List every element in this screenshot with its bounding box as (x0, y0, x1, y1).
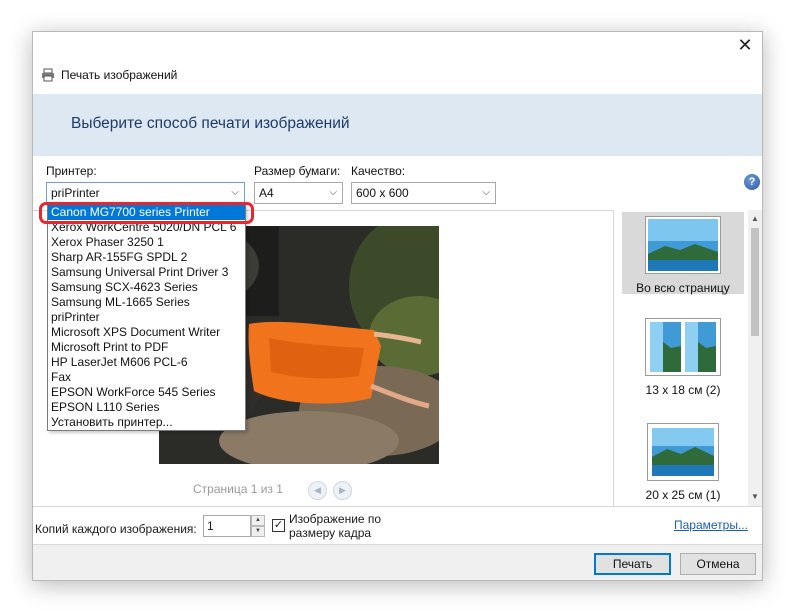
layout-caption: Во всю страницу (636, 281, 730, 295)
page-title: Выберите способ печати изображений (71, 115, 350, 132)
title-bar: Печать изображений (41, 67, 177, 83)
next-page-button[interactable]: ▶ (333, 481, 352, 500)
cancel-button[interactable]: Отмена (680, 553, 756, 575)
layout-thumbnail-full-page (645, 216, 721, 274)
page-counter: Страница 1 из 1 (193, 482, 283, 496)
printer-option[interactable]: Fax (48, 370, 245, 385)
fit-to-frame-label: Изображение по размеру кадра (289, 512, 382, 540)
copies-stepper[interactable]: ▲ ▼ (251, 515, 265, 537)
printer-dropdown-list[interactable]: Canon MG7700 series Printer Xerox WorkCe… (47, 204, 246, 431)
layout-caption: 20 x 25 см (1) (645, 488, 721, 502)
layout-scrollbar[interactable]: ▲ ▼ (748, 210, 762, 506)
chevron-down-icon: ⌵ (482, 187, 490, 198)
printer-option[interactable]: Samsung SCX-4623 Series (48, 280, 245, 295)
printer-option[interactable]: Sharp AR-155FG SPDL 2 (48, 250, 245, 265)
print-button[interactable]: Печать (594, 553, 671, 575)
paper-size-value: A4 (259, 186, 274, 200)
printer-option[interactable]: Microsoft Print to PDF (48, 340, 245, 355)
scroll-down-icon[interactable]: ▼ (748, 490, 762, 504)
layout-caption: 13 x 18 см (2) (645, 383, 721, 397)
printer-option[interactable]: Xerox Phaser 3250 1 (48, 235, 245, 250)
scrollbar-thumb[interactable] (751, 228, 759, 336)
printer-option[interactable]: Samsung ML-1665 Series (48, 295, 245, 310)
print-pictures-dialog: ✕ Печать изображений Выберите способ печ… (32, 31, 763, 581)
header-banner: Выберите способ печати изображений (33, 94, 762, 156)
close-icon[interactable]: ✕ (734, 34, 756, 56)
quality-select[interactable]: 600 x 600 ⌵ (351, 182, 496, 204)
quality-value: 600 x 600 (356, 186, 409, 200)
printer-option[interactable]: EPSON L110 Series (48, 400, 245, 415)
chevron-down-icon: ⌵ (329, 187, 337, 198)
layout-20x25[interactable]: 20 x 25 см (1) (622, 423, 744, 506)
printer-option[interactable]: EPSON WorkForce 545 Series (48, 385, 245, 400)
stepper-up-icon[interactable]: ▲ (251, 515, 265, 526)
stepper-down-icon[interactable]: ▼ (251, 526, 265, 537)
options-link[interactable]: Параметры... (674, 518, 748, 532)
layout-thumbnail-20x25 (647, 423, 719, 481)
help-icon[interactable]: ? (744, 174, 760, 190)
dialog-footer: Печать Отмена (33, 544, 762, 580)
fit-to-frame-checkbox[interactable]: ✓ (272, 519, 285, 532)
paper-size-label: Размер бумаги: (254, 164, 341, 178)
layout-full-page[interactable]: Во всю страницу (622, 212, 744, 295)
printer-option[interactable]: HP LaserJet M606 PCL-6 (48, 355, 245, 370)
printer-option[interactable]: Microsoft XPS Document Writer (48, 325, 245, 340)
annotation-highlight (39, 202, 254, 224)
printer-option[interactable]: priPrinter (48, 310, 245, 325)
arrow-left-icon: ◀ (314, 485, 321, 495)
quality-label: Качество: (351, 164, 406, 178)
paper-size-select[interactable]: A4 ⌵ (254, 182, 343, 204)
layout-list[interactable]: Во всю страницу 13 x 18 см (2) 20 x 25 с… (613, 210, 762, 506)
divider (33, 506, 762, 507)
printer-select-value: priPrinter (51, 186, 100, 200)
chevron-down-icon: ⌵ (231, 187, 239, 198)
arrow-right-icon: ▶ (339, 485, 346, 495)
printer-label: Принтер: (46, 164, 97, 178)
printer-option[interactable]: Samsung Universal Print Driver 3 (48, 265, 245, 280)
copies-label: Копий каждого изображения: (35, 522, 197, 536)
install-printer-option[interactable]: Установить принтер... (48, 415, 245, 430)
scroll-up-icon[interactable]: ▲ (748, 212, 762, 226)
window-title: Печать изображений (61, 68, 178, 82)
layout-thumbnail-13x18 (645, 318, 721, 376)
layout-13x18[interactable]: 13 x 18 см (2) (622, 318, 744, 402)
printer-icon (42, 68, 54, 82)
previous-page-button[interactable]: ◀ (308, 481, 327, 500)
copies-input[interactable]: 1 (203, 515, 251, 537)
printer-select[interactable]: priPrinter ⌵ (46, 182, 245, 204)
